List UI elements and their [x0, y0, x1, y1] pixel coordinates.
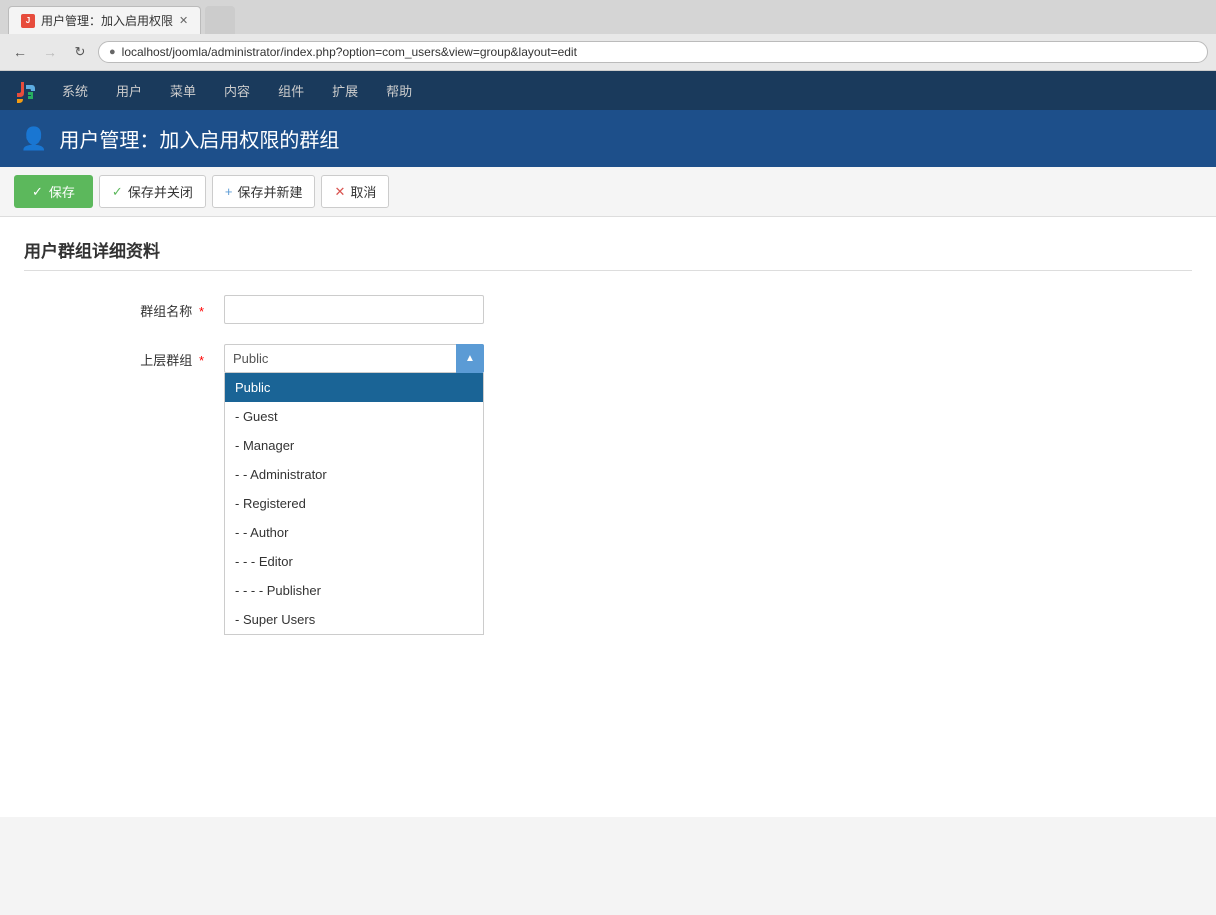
dropdown-option-guest[interactable]: - Guest — [225, 402, 483, 431]
nav-help[interactable]: 帮助 — [372, 71, 426, 110]
lock-icon: ● — [109, 46, 116, 58]
page-header: 👤 用户管理：加入启用权限的群组 — [0, 110, 1216, 167]
new-tab-button[interactable] — [205, 6, 235, 34]
nav-menu[interactable]: 菜单 — [156, 71, 210, 110]
parent-group-select-wrapper: Public ▲ Public - Guest - Manager - - Ad… — [224, 344, 484, 373]
section-title: 用户群组详细资料 — [24, 237, 1192, 271]
dropdown-option-superusers[interactable]: - Super Users — [225, 605, 483, 634]
group-name-field-wrap — [224, 295, 484, 324]
save-close-button[interactable]: ✓ 保存并关闭 — [99, 175, 206, 208]
dropdown-option-editor[interactable]: - - - Editor — [225, 547, 483, 576]
user-group-icon: 👤 — [20, 126, 47, 152]
save-label: 保存 — [49, 182, 75, 201]
toolbar: ✓ 保存 ✓ 保存并关闭 + 保存并新建 ✕ 取消 — [0, 167, 1216, 217]
group-name-input[interactable] — [224, 295, 484, 324]
page-title: 用户管理：加入启用权限的群组 — [59, 124, 339, 153]
save-new-button[interactable]: + 保存并新建 — [212, 175, 316, 208]
main-nav: 系统 用户 菜单 内容 组件 扩展 帮助 — [0, 71, 1216, 110]
tab-bar: J 用户管理：加入启用权限 ✕ — [0, 0, 1216, 34]
parent-group-label: 上层群组 * — [24, 344, 204, 369]
dropdown-option-administrator[interactable]: - - Administrator — [225, 460, 483, 489]
url-bar: ● — [98, 41, 1208, 63]
nav-extensions[interactable]: 扩展 — [318, 71, 372, 110]
dropdown-option-manager[interactable]: - Manager — [225, 431, 483, 460]
browser-chrome: J 用户管理：加入启用权限 ✕ ← → ↻ ● — [0, 0, 1216, 71]
parent-group-select[interactable]: Public — [224, 344, 484, 373]
nav-users[interactable]: 用户 — [102, 71, 156, 110]
save-icon: ✓ — [32, 184, 43, 200]
address-bar: ← → ↻ ● — [0, 34, 1216, 70]
dropdown-option-registered[interactable]: - Registered — [225, 489, 483, 518]
dropdown-option-publisher[interactable]: - - - - Publisher — [225, 576, 483, 605]
url-input[interactable] — [122, 45, 1197, 59]
cancel-label: 取消 — [350, 182, 376, 201]
dropdown-list: Public - Guest - Manager - - Administrat… — [224, 373, 484, 635]
save-new-label: 保存并新建 — [237, 182, 302, 201]
dropdown-option-public[interactable]: Public — [225, 373, 483, 402]
required-star-2: * — [199, 353, 204, 368]
select-arrow-icon[interactable]: ▲ — [456, 344, 484, 373]
nav-components[interactable]: 组件 — [264, 71, 318, 110]
tab-title: 用户管理：加入启用权限 — [41, 12, 173, 29]
main-content: 用户群组详细资料 群组名称 * 上层群组 * Public ▲ Public -… — [0, 217, 1216, 817]
active-tab[interactable]: J 用户管理：加入启用权限 ✕ — [8, 6, 201, 34]
selected-option-text: Public — [233, 351, 268, 366]
back-button[interactable]: ← — [8, 40, 32, 64]
save-button[interactable]: ✓ 保存 — [14, 175, 93, 208]
nav-content[interactable]: 内容 — [210, 71, 264, 110]
tab-close-button[interactable]: ✕ — [179, 14, 188, 27]
parent-group-row: 上层群组 * Public ▲ Public - Guest - Manager… — [24, 344, 1192, 373]
group-name-label: 群组名称 * — [24, 295, 204, 320]
nav-system[interactable]: 系统 — [48, 71, 102, 110]
dropdown-option-author[interactable]: - - Author — [225, 518, 483, 547]
required-star: * — [199, 304, 204, 319]
refresh-button[interactable]: ↻ — [68, 40, 92, 64]
group-name-row: 群组名称 * — [24, 295, 1192, 324]
check-icon: ✓ — [112, 184, 123, 200]
x-icon: ✕ — [334, 184, 345, 200]
save-close-label: 保存并关闭 — [128, 182, 193, 201]
cancel-button[interactable]: ✕ 取消 — [321, 175, 389, 208]
tab-favicon: J — [21, 14, 35, 28]
plus-icon: + — [225, 184, 233, 199]
forward-button[interactable]: → — [38, 40, 62, 64]
joomla-logo — [12, 77, 40, 105]
